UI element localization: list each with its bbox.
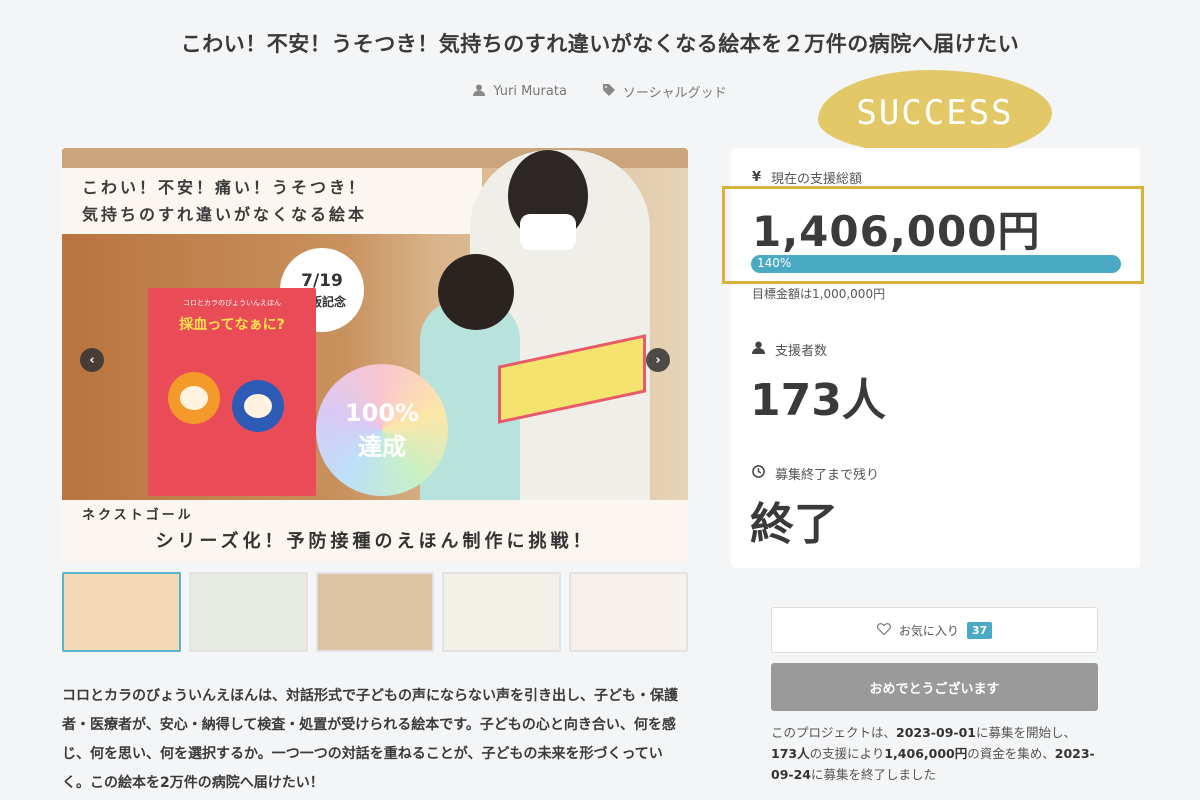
yen-icon: ¥ <box>752 170 762 185</box>
progress-text: 140% <box>757 256 792 270</box>
thumbnail-image <box>64 574 179 650</box>
clock-icon <box>752 465 765 482</box>
raised-amount: 1,406,000円 <box>884 746 968 761</box>
author-link[interactable]: Yuri Murata <box>473 82 567 101</box>
prev-slide-button[interactable]: ‹ <box>80 348 104 372</box>
summary-text: の支援により <box>809 746 885 761</box>
success-badge: SUCCESS <box>818 70 1052 156</box>
heart-icon <box>876 622 891 638</box>
supporters-label-row: 支援者数 <box>752 340 827 359</box>
book-cover: コロとカラのびょういんえほん 採血ってなぁに? <box>148 288 316 496</box>
hero-top-banner: こわい！不安！痛い！うそつき！ 気持ちのすれ違いがなくなる絵本 <box>62 168 482 234</box>
summary-text: に募集を終了しました <box>810 767 936 782</box>
thumbnail-5[interactable] <box>569 572 688 652</box>
achievement-percent: 100% <box>344 398 420 427</box>
supporter-total: 173人 <box>771 746 810 761</box>
thumbnail-2[interactable] <box>188 572 308 652</box>
chevron-left-icon: ‹ <box>89 352 95 368</box>
supporters-label: 支援者数 <box>775 344 828 359</box>
character-koro <box>168 372 220 424</box>
success-text: SUCCESS <box>856 93 1014 133</box>
thumbnail-3[interactable] <box>315 572 435 652</box>
book-title: 採血ってなぁに? <box>179 317 285 333</box>
thumbnail-image <box>190 574 306 650</box>
total-label: 現在の支援総額 <box>771 172 863 187</box>
next-goal-text: シリーズ化！予防接種のえほん制作に挑戦！ <box>155 531 595 552</box>
thumbnail-1[interactable] <box>62 572 181 652</box>
next-goal-label: ネクストゴール <box>82 508 194 523</box>
banner-line-1: こわい！不安！痛い！うそつき！ <box>82 178 368 197</box>
achievement-label: 達成 <box>358 432 406 461</box>
user-icon <box>752 341 765 358</box>
supporters-count: 173人 <box>750 375 886 426</box>
chevron-right-icon: › <box>655 352 661 368</box>
face-mask <box>520 214 576 250</box>
thumbnail-image <box>444 574 560 650</box>
total-amount: 1,406,000円 <box>752 207 1041 256</box>
thumbnail-image <box>571 574 686 650</box>
category-name: ソーシャルグッド <box>622 86 727 101</box>
summary-text: の資金を集め、 <box>967 746 1055 761</box>
summary-text: このプロジェクトは、 <box>771 725 897 740</box>
remaining-value: 終了 <box>750 499 838 550</box>
remaining-label: 募集終了まで残り <box>775 468 880 483</box>
remaining-label-row: 募集終了まで残り <box>752 464 879 483</box>
favorite-label: お気に入り <box>898 623 959 638</box>
favorite-button[interactable]: お気に入り 37 <box>771 607 1098 653</box>
project-description: コロとカラのびょういんえほんは、対話形式で子どもの声にならない声を引き出し、子ど… <box>62 688 678 791</box>
start-date: 2023-09-01 <box>896 725 976 740</box>
author-name: Yuri Murata <box>493 84 567 99</box>
category-link[interactable]: ソーシャルグッド <box>602 82 727 101</box>
goal-amount: 目標金額は1,000,000円 <box>752 287 886 301</box>
congrats-button[interactable]: おめでとうございます <box>771 663 1098 711</box>
banner-line-2: 気持ちのすれ違いがなくなる絵本 <box>82 205 368 224</box>
thumbnail-image <box>317 574 433 650</box>
child-head <box>438 254 514 330</box>
character-kara <box>232 380 284 432</box>
hero-bottom-banner: ネクストゴール シリーズ化！予防接種のえほん制作に挑戦！ <box>62 500 688 562</box>
summary-text: に募集を開始し、 <box>975 725 1076 740</box>
book-series: コロとカラのびょういんえほん <box>183 299 281 307</box>
total-label-row: ¥ 現在の支援総額 <box>752 168 862 187</box>
congrats-label: おめでとうございます <box>869 681 1000 697</box>
thumbnail-4[interactable] <box>442 572 562 652</box>
thumbnail-strip <box>62 572 688 652</box>
page-title: こわい！不安！うそつき！気持ちのすれ違いがなくなる絵本を２万件の病院へ届けたい <box>180 32 1020 56</box>
user-icon <box>473 84 486 100</box>
progress-bar: 140% <box>751 255 1121 273</box>
next-slide-button[interactable]: › <box>646 348 670 372</box>
favorite-count: 37 <box>966 621 993 639</box>
tag-icon <box>602 83 615 100</box>
achievement-badge: 100% 達成 <box>316 364 448 496</box>
project-summary: このプロジェクトは、2023-09-01に募集を開始し、 173人の支援により1,… <box>771 722 1101 785</box>
